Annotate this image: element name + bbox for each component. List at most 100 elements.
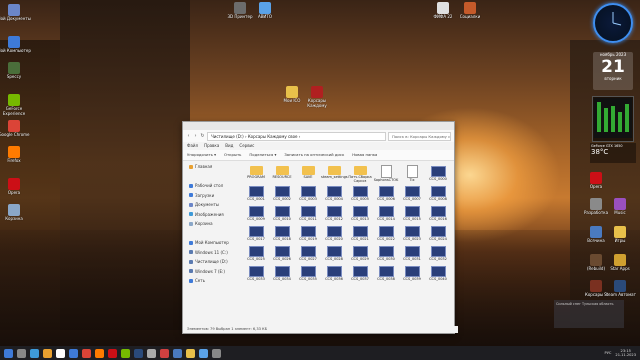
file-item[interactable]: CCS_0037	[347, 264, 373, 284]
nav-item[interactable]: Windows 11 (C:)	[183, 248, 241, 258]
taskbar-app-icon[interactable]	[212, 348, 221, 358]
file-item[interactable]: CCS_0035	[295, 264, 321, 284]
language-indicator[interactable]: РУС	[605, 351, 612, 355]
desktop-shortcut[interactable]: Корзина	[0, 204, 32, 222]
taskbar-app-icon[interactable]	[186, 348, 195, 358]
nav-item[interactable]: Мой Компьютер	[183, 238, 241, 248]
command-button[interactable]: Записать на оптический диск	[284, 150, 344, 160]
file-item[interactable]: CCS_0003	[295, 184, 321, 204]
address-bar[interactable]: Чистилище (D:) › Корсары Каждому свое ›	[207, 131, 386, 141]
taskbar-app-icon[interactable]	[4, 348, 13, 358]
command-button[interactable]: Открыть	[224, 150, 241, 160]
file-item[interactable]: CCS_0006	[373, 184, 399, 204]
desktop-shortcut[interactable]: Корсары Каждому	[299, 86, 335, 108]
file-item[interactable]: CCS_0033	[243, 264, 269, 284]
file-item[interactable]: CCS_0031	[399, 244, 425, 264]
file-item[interactable]: CCS_0000	[425, 164, 451, 184]
desktop-shortcut[interactable]: Star Apps	[602, 254, 638, 272]
file-item[interactable]: CCS_0014	[373, 204, 399, 224]
taskbar-app-icon[interactable]	[95, 348, 104, 358]
nav-item[interactable]: Документы	[183, 200, 241, 210]
file-item[interactable]: CCS_0005	[347, 184, 373, 204]
gpu-gadget[interactable]: GeForce GTX 1650 38°C	[590, 143, 636, 163]
menu-item[interactable]: Вид	[225, 142, 233, 150]
taskbar-app-icon[interactable]	[121, 348, 130, 358]
taskbar-app-icon[interactable]	[147, 348, 156, 358]
taskbar-app-icon[interactable]	[134, 348, 143, 358]
file-item[interactable]: CCS_0025	[243, 244, 269, 264]
clock-gadget[interactable]	[593, 3, 633, 43]
file-item[interactable]: CCS_0008	[425, 184, 451, 204]
taskbar-app-icon[interactable]	[160, 348, 169, 358]
taskbar-app-icon[interactable]	[69, 348, 78, 358]
nav-item[interactable]: Загрузки	[183, 191, 241, 201]
file-item[interactable]: CCS_0020	[321, 224, 347, 244]
file-item[interactable]: CCS_0036	[321, 264, 347, 284]
file-item[interactable]: CCS_0017	[243, 224, 269, 244]
file-item[interactable]: SAVE	[295, 164, 321, 184]
file-item[interactable]: CCS_0024	[425, 224, 451, 244]
file-item[interactable]: CCS_0040	[425, 264, 451, 284]
desktop-shortcut[interactable]: Firefox	[0, 146, 32, 164]
file-item[interactable]: Tix	[399, 164, 425, 184]
desktop-shortcut[interactable]: Music	[602, 198, 638, 216]
menu-item[interactable]: Правка	[204, 142, 219, 150]
file-item[interactable]: CCS_0034	[269, 264, 295, 284]
nav-item[interactable]: Сеть	[183, 276, 241, 286]
file-item[interactable]: Патч-Сборка Сарсоз	[347, 164, 373, 184]
file-item[interactable]: CCS_0030	[373, 244, 399, 264]
file-item[interactable]: PROGRAM	[243, 164, 269, 184]
file-item[interactable]: CCS_0013	[347, 204, 373, 224]
clock-tray[interactable]: 23:15 21.11.2023	[615, 349, 636, 357]
file-item[interactable]: CCS_0009	[243, 204, 269, 224]
desktop-shortcut[interactable]: Speccy	[0, 62, 32, 80]
explorer-window[interactable]: ‹ › ↻ Чистилище (D:) › Корсары Каждому с…	[182, 121, 458, 334]
desktop-shortcut[interactable]: Мой Компьютер	[0, 36, 32, 54]
taskbar-app-icon[interactable]	[56, 348, 65, 358]
menu-item[interactable]: Файл	[187, 142, 198, 150]
forward-arrow-icon[interactable]: ›	[193, 133, 198, 139]
file-item[interactable]: CCS_0039	[399, 264, 425, 284]
taskbar-app-icon[interactable]	[43, 348, 52, 358]
nav-item[interactable]: Рабочий стол	[183, 181, 241, 191]
file-item[interactable]: CCS_0021	[347, 224, 373, 244]
taskbar-app-icon[interactable]	[108, 348, 117, 358]
file-item[interactable]: CCS_0004	[321, 184, 347, 204]
file-item[interactable]: CCS_0001	[243, 184, 269, 204]
taskbar-app-icon[interactable]	[30, 348, 39, 358]
back-arrow-icon[interactable]: ‹	[186, 133, 191, 139]
file-item[interactable]: CCS_0018	[269, 224, 295, 244]
desktop-shortcut[interactable]: Steam Автомат	[602, 280, 638, 298]
desktop-shortcut[interactable]: Opera	[0, 178, 32, 196]
desktop-shortcut[interactable]: Opera	[578, 172, 614, 190]
file-item[interactable]: CCS_0011	[295, 204, 321, 224]
taskbar-app-icon[interactable]	[173, 348, 182, 358]
file-item[interactable]: CCS_0028	[321, 244, 347, 264]
file-item[interactable]: CCS_0019	[295, 224, 321, 244]
desktop-shortcut[interactable]: Игры	[602, 226, 638, 244]
file-item[interactable]: CCS_0010	[269, 204, 295, 224]
nav-item[interactable]: Главная	[183, 162, 241, 172]
search-input[interactable]: Поиск в: Корсары Каждому с...	[388, 131, 451, 141]
taskbar-app-icon[interactable]	[17, 348, 26, 358]
file-item[interactable]: steam_settings	[321, 164, 348, 184]
nav-item[interactable]: Чистилище (D:)	[183, 257, 241, 267]
file-item[interactable]: CCS_0026	[269, 244, 295, 264]
file-item[interactable]: CCS_0032	[425, 244, 451, 264]
file-item[interactable]: CCS_0038	[373, 264, 399, 284]
desktop-shortcut[interactable]: АВИТО	[247, 2, 283, 20]
desktop-shortcut[interactable]: GeForce Experience	[0, 94, 32, 116]
file-item[interactable]: CCS_0027	[295, 244, 321, 264]
command-button[interactable]: Упорядочить ▾	[187, 150, 216, 160]
weather-gadget[interactable]: Сильный снег Тульская область	[554, 300, 624, 328]
command-button[interactable]: Поделиться ▾	[249, 150, 276, 160]
file-item[interactable]: CCS_0012	[321, 204, 347, 224]
taskbar-app-icon[interactable]	[199, 348, 208, 358]
file-item[interactable]: CCS_0023	[399, 224, 425, 244]
desktop-shortcut[interactable]: Социалки	[452, 2, 488, 20]
file-item[interactable]: CCS_0029	[347, 244, 373, 264]
file-item[interactable]: CCS_0007	[399, 184, 425, 204]
desktop-shortcut[interactable]: Мой Документы	[0, 4, 32, 22]
file-item[interactable]: RESOURCE	[269, 164, 295, 184]
nav-item[interactable]: Изображения	[183, 210, 241, 220]
